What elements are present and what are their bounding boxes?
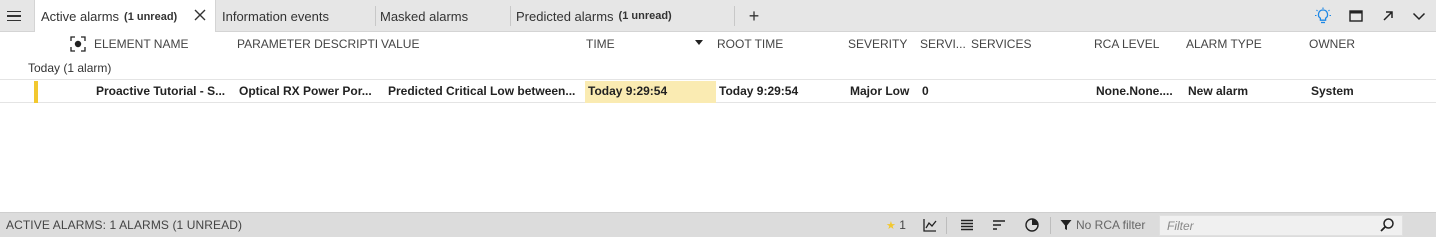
cell-severity: Major Low xyxy=(850,84,910,98)
focus-column-icon[interactable] xyxy=(69,35,87,53)
group-header[interactable]: Today (1 alarm) xyxy=(28,61,111,75)
col-alarm-type[interactable]: ALARM TYPE xyxy=(1186,37,1306,51)
cell-value: Predicted Critical Low between... xyxy=(388,84,576,98)
rca-filter-button[interactable]: No RCA filter xyxy=(1060,218,1145,232)
tab-label: Predicted alarms xyxy=(516,8,614,24)
rca-filter-label: No RCA filter xyxy=(1076,218,1146,232)
list-view-icon[interactable] xyxy=(958,216,976,234)
star-icon: ★ xyxy=(886,220,896,232)
chevron-down-icon[interactable] xyxy=(1410,7,1428,25)
unread-count: 1 xyxy=(899,218,906,232)
cell-element-name: Proactive Tutorial - S... xyxy=(96,84,226,98)
sort-descending-icon[interactable] xyxy=(695,40,703,45)
col-severity[interactable]: SEVERITY xyxy=(848,37,918,51)
funnel-icon xyxy=(1060,220,1072,230)
col-rca-level[interactable]: RCA LEVEL xyxy=(1094,37,1182,51)
alarm-summary: ACTIVE ALARMS: 1 ALARMS (1 UNREAD) xyxy=(6,218,243,232)
hamburger-menu-icon[interactable] xyxy=(3,6,25,26)
search-icon[interactable] xyxy=(1378,216,1396,234)
status-divider xyxy=(946,217,947,234)
tab-active-alarms[interactable]: Active alarms (1 unread) xyxy=(34,0,216,33)
cell-alarm-type: New alarm xyxy=(1188,84,1249,98)
cell-owner: System xyxy=(1311,84,1354,98)
tab-label: Masked alarms xyxy=(380,8,469,24)
col-services[interactable]: SERVICES xyxy=(971,37,1091,51)
tab-divider xyxy=(734,6,735,26)
col-root-time[interactable]: ROOT TIME xyxy=(717,37,837,51)
cell-parameter-description: Optical RX Power Por... xyxy=(239,84,372,98)
table-row[interactable]: Proactive Tutorial - S... Optical RX Pow… xyxy=(0,79,1436,103)
column-header: ELEMENT NAME PARAMETER DESCRIPTI... VALU… xyxy=(0,32,1436,56)
sort-icon[interactable] xyxy=(990,216,1008,234)
tab-unread-count: (1 unread) xyxy=(618,10,672,22)
pie-chart-icon[interactable] xyxy=(1023,216,1041,234)
col-element-name[interactable]: ELEMENT NAME xyxy=(94,37,229,51)
filter-input[interactable] xyxy=(1159,215,1403,236)
col-time[interactable]: TIME xyxy=(586,37,686,51)
cell-rca-level: None.None.... xyxy=(1096,84,1173,98)
tab-unread-count: (1 unread) xyxy=(124,10,178,23)
tab-predicted-alarms[interactable]: Predicted alarms (1 unread) xyxy=(510,0,672,32)
tab-bar: Active alarms (1 unread) Information eve… xyxy=(0,0,1436,33)
tab-information-events[interactable]: Information events xyxy=(216,0,329,32)
tab-label: Information events xyxy=(222,8,329,24)
add-tab-icon[interactable]: + xyxy=(745,6,763,26)
cell-servi: 0 xyxy=(922,84,929,98)
lightbulb-icon[interactable] xyxy=(1314,7,1332,25)
popout-icon[interactable] xyxy=(1379,7,1397,25)
col-owner[interactable]: OWNER xyxy=(1309,37,1429,51)
trend-chart-icon[interactable] xyxy=(921,216,939,234)
cell-root-time: Today 9:29:54 xyxy=(719,84,799,98)
status-divider xyxy=(1050,217,1051,234)
close-tab-icon[interactable] xyxy=(191,7,209,25)
tab-masked-alarms[interactable]: Masked alarms xyxy=(374,0,468,32)
tab-label: Active alarms xyxy=(41,9,120,24)
severity-indicator xyxy=(34,81,38,103)
window-icon[interactable] xyxy=(1347,7,1365,25)
cell-time: Today 9:29:54 xyxy=(588,84,668,98)
unread-star-counter[interactable]: ★ 1 xyxy=(886,218,906,232)
col-servi[interactable]: SERVI... xyxy=(920,37,968,51)
col-value[interactable]: VALUE xyxy=(381,37,581,51)
col-parameter-description[interactable]: PARAMETER DESCRIPTI... xyxy=(237,37,377,51)
status-bar: ACTIVE ALARMS: 1 ALARMS (1 UNREAD) ★ 1 N… xyxy=(0,212,1436,237)
